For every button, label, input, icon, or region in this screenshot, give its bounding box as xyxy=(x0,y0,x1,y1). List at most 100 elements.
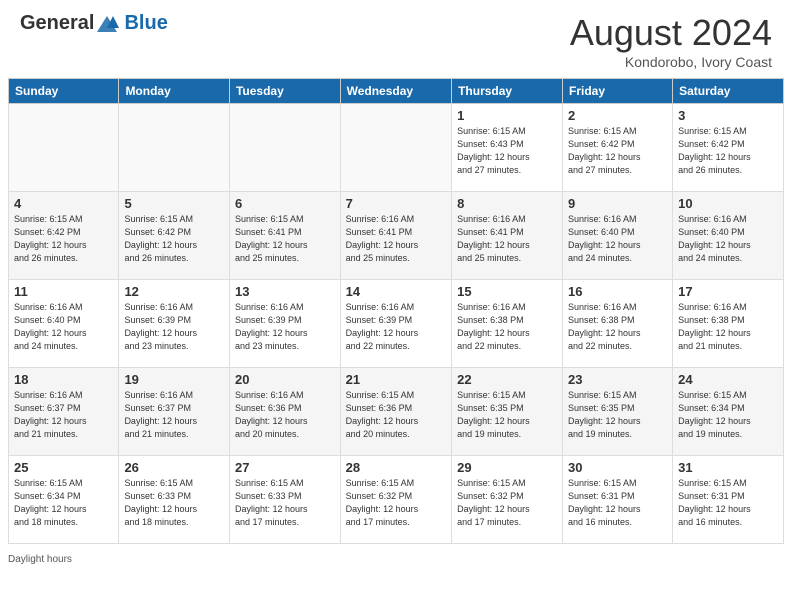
table-cell xyxy=(9,104,119,192)
day-info: Sunrise: 6:16 AM Sunset: 6:41 PM Dayligh… xyxy=(346,213,446,265)
day-info: Sunrise: 6:16 AM Sunset: 6:40 PM Dayligh… xyxy=(678,213,778,265)
day-number: 30 xyxy=(568,460,667,475)
day-info: Sunrise: 6:16 AM Sunset: 6:36 PM Dayligh… xyxy=(235,389,335,441)
day-number: 4 xyxy=(14,196,113,211)
table-cell: 8 Sunrise: 6:16 AM Sunset: 6:41 PM Daylig… xyxy=(452,192,563,280)
location-subtitle: Kondorobo, Ivory Coast xyxy=(570,54,772,70)
day-info: Sunrise: 6:15 AM Sunset: 6:33 PM Dayligh… xyxy=(235,477,335,529)
table-cell: 13Sunrise: 6:16 AM Sunset: 6:39 PM Dayli… xyxy=(229,280,340,368)
day-number: 22 xyxy=(457,372,557,387)
table-cell xyxy=(340,104,451,192)
day-number: 13 xyxy=(235,284,335,299)
calendar-table: Sunday Monday Tuesday Wednesday Thursday… xyxy=(8,78,784,544)
day-number: 31 xyxy=(678,460,778,475)
col-thursday: Thursday xyxy=(452,79,563,104)
day-number: 28 xyxy=(346,460,446,475)
day-number: 12 xyxy=(124,284,224,299)
table-cell: 31Sunrise: 6:15 AM Sunset: 6:31 PM Dayli… xyxy=(673,456,784,544)
month-year-title: August 2024 xyxy=(570,12,772,54)
logo-general: General xyxy=(20,12,94,35)
footnote: Daylight hours xyxy=(0,552,792,565)
table-cell: 12 Sunrise: 6:16 AM Sunset: 6:39 PM Dayli… xyxy=(119,280,230,368)
col-monday: Monday xyxy=(119,79,230,104)
day-info: Sunrise: 6:16 AM Sunset: 6:40 PM Dayligh… xyxy=(568,213,667,265)
col-sunday: Sunday xyxy=(9,79,119,104)
table-cell: 14 Sunrise: 6:16 AM Sunset: 6:39 PM Dayli… xyxy=(340,280,451,368)
day-number: 1 xyxy=(457,108,557,123)
table-cell: 30 Sunrise: 6:15 AM Sunset: 6:31 PM Dayli… xyxy=(563,456,673,544)
day-number: 26 xyxy=(124,460,224,475)
table-cell: 5 Sunrise: 6:15 AM Sunset: 6:42 PM Daylig… xyxy=(119,192,230,280)
table-cell: 9 Sunrise: 6:16 AM Sunset: 6:40 PM Daylig… xyxy=(563,192,673,280)
day-number: 8 xyxy=(457,196,557,211)
day-info: Sunrise: 6:15 AM Sunset: 6:41 PM Dayligh… xyxy=(235,213,335,265)
calendar-week-4: 18Sunrise: 6:16 AM Sunset: 6:37 PM Dayli… xyxy=(9,368,784,456)
day-number: 7 xyxy=(346,196,446,211)
day-number: 17 xyxy=(678,284,778,299)
calendar-wrapper: Sunday Monday Tuesday Wednesday Thursday… xyxy=(0,78,792,552)
day-number: 27 xyxy=(235,460,335,475)
col-wednesday: Wednesday xyxy=(340,79,451,104)
day-info: Sunrise: 6:16 AM Sunset: 6:41 PM Dayligh… xyxy=(457,213,557,265)
day-number: 16 xyxy=(568,284,667,299)
day-info: Sunrise: 6:16 AM Sunset: 6:37 PM Dayligh… xyxy=(124,389,224,441)
page-header: General Blue August 2024 Kondorobo, Ivor… xyxy=(0,0,792,78)
table-cell xyxy=(229,104,340,192)
table-cell: 4 Sunrise: 6:15 AM Sunset: 6:42 PM Daylig… xyxy=(9,192,119,280)
day-info: Sunrise: 6:15 AM Sunset: 6:35 PM Dayligh… xyxy=(457,389,557,441)
day-number: 23 xyxy=(568,372,667,387)
table-cell: 27 Sunrise: 6:15 AM Sunset: 6:33 PM Dayli… xyxy=(229,456,340,544)
day-info: Sunrise: 6:16 AM Sunset: 6:38 PM Dayligh… xyxy=(568,301,667,353)
col-saturday: Saturday xyxy=(673,79,784,104)
calendar-week-2: 4 Sunrise: 6:15 AM Sunset: 6:42 PM Daylig… xyxy=(9,192,784,280)
day-info: Sunrise: 6:15 AM Sunset: 6:42 PM Dayligh… xyxy=(124,213,224,265)
table-cell: 16 Sunrise: 6:16 AM Sunset: 6:38 PM Dayli… xyxy=(563,280,673,368)
table-cell: 7 Sunrise: 6:16 AM Sunset: 6:41 PM Daylig… xyxy=(340,192,451,280)
calendar-week-5: 25Sunrise: 6:15 AM Sunset: 6:34 PM Dayli… xyxy=(9,456,784,544)
table-cell: 17 Sunrise: 6:16 AM Sunset: 6:38 PM Dayli… xyxy=(673,280,784,368)
day-number: 25 xyxy=(14,460,113,475)
day-number: 5 xyxy=(124,196,224,211)
day-info: Sunrise: 6:15 AM Sunset: 6:35 PM Dayligh… xyxy=(568,389,667,441)
logo: General Blue xyxy=(20,12,168,35)
table-cell: 23 Sunrise: 6:15 AM Sunset: 6:35 PM Dayli… xyxy=(563,368,673,456)
table-cell: 6Sunrise: 6:15 AM Sunset: 6:41 PM Daylig… xyxy=(229,192,340,280)
table-cell: 25Sunrise: 6:15 AM Sunset: 6:34 PM Dayli… xyxy=(9,456,119,544)
day-info: Sunrise: 6:16 AM Sunset: 6:40 PM Dayligh… xyxy=(14,301,113,353)
day-number: 15 xyxy=(457,284,557,299)
day-number: 14 xyxy=(346,284,446,299)
table-cell: 24 Sunrise: 6:15 AM Sunset: 6:34 PM Dayli… xyxy=(673,368,784,456)
day-number: 9 xyxy=(568,196,667,211)
day-info: Sunrise: 6:15 AM Sunset: 6:33 PM Dayligh… xyxy=(124,477,224,529)
table-cell: 1 Sunrise: 6:15 AM Sunset: 6:43 PM Daylig… xyxy=(452,104,563,192)
day-info: Sunrise: 6:15 AM Sunset: 6:43 PM Dayligh… xyxy=(457,125,557,177)
day-info: Sunrise: 6:16 AM Sunset: 6:39 PM Dayligh… xyxy=(346,301,446,353)
day-number: 10 xyxy=(678,196,778,211)
day-number: 2 xyxy=(568,108,667,123)
table-cell: 2Sunrise: 6:15 AM Sunset: 6:42 PM Daylig… xyxy=(563,104,673,192)
table-cell: 15Sunrise: 6:16 AM Sunset: 6:38 PM Dayli… xyxy=(452,280,563,368)
day-info: Sunrise: 6:15 AM Sunset: 6:42 PM Dayligh… xyxy=(678,125,778,177)
table-cell: 22 Sunrise: 6:15 AM Sunset: 6:35 PM Dayli… xyxy=(452,368,563,456)
logo-blue: Blue xyxy=(124,13,167,33)
day-info: Sunrise: 6:15 AM Sunset: 6:31 PM Dayligh… xyxy=(568,477,667,529)
day-number: 19 xyxy=(124,372,224,387)
day-info: Sunrise: 6:15 AM Sunset: 6:42 PM Dayligh… xyxy=(14,213,113,265)
calendar-week-3: 11 Sunrise: 6:16 AM Sunset: 6:40 PM Dayli… xyxy=(9,280,784,368)
logo-icon xyxy=(95,14,119,34)
col-tuesday: Tuesday xyxy=(229,79,340,104)
day-number: 3 xyxy=(678,108,778,123)
day-number: 11 xyxy=(14,284,113,299)
day-info: Sunrise: 6:16 AM Sunset: 6:37 PM Dayligh… xyxy=(14,389,113,441)
title-block: August 2024 Kondorobo, Ivory Coast xyxy=(570,12,772,70)
day-info: Sunrise: 6:15 AM Sunset: 6:32 PM Dayligh… xyxy=(457,477,557,529)
day-number: 24 xyxy=(678,372,778,387)
day-info: Sunrise: 6:15 AM Sunset: 6:34 PM Dayligh… xyxy=(678,389,778,441)
table-cell: 20Sunrise: 6:16 AM Sunset: 6:36 PM Dayli… xyxy=(229,368,340,456)
table-cell: 29Sunrise: 6:15 AM Sunset: 6:32 PM Dayli… xyxy=(452,456,563,544)
table-cell xyxy=(119,104,230,192)
day-info: Sunrise: 6:16 AM Sunset: 6:39 PM Dayligh… xyxy=(124,301,224,353)
day-info: Sunrise: 6:15 AM Sunset: 6:36 PM Dayligh… xyxy=(346,389,446,441)
day-info: Sunrise: 6:15 AM Sunset: 6:32 PM Dayligh… xyxy=(346,477,446,529)
day-info: Sunrise: 6:16 AM Sunset: 6:38 PM Dayligh… xyxy=(678,301,778,353)
